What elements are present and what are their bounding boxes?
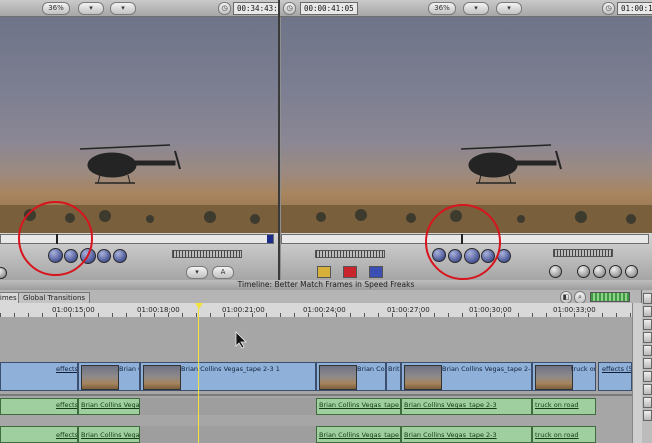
clip-thumbnail — [319, 365, 357, 390]
audio-clip[interactable]: truck on road — [532, 398, 596, 415]
audio-clip[interactable]: Brian Collins Vegas_t — [78, 426, 140, 443]
tool-razor-icon[interactable] — [643, 358, 652, 369]
tool-roll-icon[interactable] — [643, 332, 652, 343]
canvas-overlay-popup[interactable]: ▾ — [496, 2, 522, 15]
canvas-view-popup[interactable]: ▾ — [463, 2, 489, 15]
viewer-split-border — [278, 0, 280, 280]
canvas-keyframe-icon[interactable] — [625, 265, 638, 278]
video-clip[interactable]: Brian C — [78, 362, 140, 391]
clip-thumbnail — [143, 365, 181, 390]
video-clip[interactable]: effects (50 — [598, 362, 632, 391]
highlight-circle-canvas — [425, 204, 501, 280]
canvas-zoom-popup[interactable]: 36% — [428, 2, 456, 15]
timeline-title: Timeline: Better Match Frames in Speed F… — [0, 280, 652, 290]
tool-edit-select-icon[interactable] — [643, 306, 652, 317]
helicopter-icon — [460, 144, 562, 184]
audio-gap — [140, 398, 316, 415]
video-clip[interactable]: Brian Collins Vegas_tape 2-3 — [401, 362, 532, 391]
canvas-insert-button[interactable] — [317, 266, 331, 278]
audio-clip[interactable]: Brian Collins Vegas_tape 1-9 — [316, 426, 401, 443]
viewer-shuttle[interactable] — [172, 250, 242, 258]
audio-clip[interactable]: Brian Collins Vegas_tape 2-3 — [401, 398, 532, 415]
clip-thumbnail — [404, 365, 442, 390]
viewer-left-arrow-icon[interactable] — [0, 267, 7, 279]
viewer-generator-popup[interactable]: A — [212, 266, 234, 279]
tool-hand-icon[interactable] — [643, 397, 652, 408]
timeline-render-indicator — [590, 292, 630, 302]
canvas-jog[interactable] — [553, 249, 613, 257]
clip-thumbnail — [81, 365, 119, 390]
video-clip[interactable]: effects — [0, 362, 78, 391]
canvas-settings-icon[interactable]: ◷ — [283, 2, 296, 15]
canvas-replace-button[interactable] — [369, 266, 383, 278]
tool-zoom-icon[interactable] — [643, 371, 652, 382]
clip-thumbnail — [535, 365, 573, 390]
canvas-toolbar: ◷ 00:00:41:05 36% ▾ ▾ ◷ 01:00:19:1 — [280, 0, 652, 17]
canvas-mark-clip-icon[interactable] — [593, 265, 606, 278]
timeline-ruler[interactable]: 01:00:15;00 01:00:18;00 01:00:21;00 01:0… — [0, 303, 632, 318]
canvas-timecode-left[interactable]: 00:00:41:05 — [300, 2, 358, 15]
tool-crop-icon[interactable] — [643, 384, 652, 395]
video-clip[interactable]: truck on — [532, 362, 596, 391]
canvas-cut-icon[interactable] — [577, 265, 590, 278]
tab-global-transitions[interactable]: Global Transitions — [18, 292, 91, 303]
helicopter-frame — [281, 144, 652, 233]
canvas-video-frame — [281, 17, 652, 233]
helicopter-frame — [0, 144, 278, 233]
canvas-shuttle[interactable] — [315, 250, 385, 258]
tool-select-icon[interactable] — [643, 293, 652, 304]
audio-clip[interactable]: Brian Collins Vegas_t — [78, 398, 140, 415]
video-clip[interactable]: Brit — [386, 362, 401, 391]
audio-clip[interactable]: effects — [0, 398, 78, 415]
highlight-circle-viewer — [18, 201, 93, 276]
play-around-icon[interactable] — [97, 249, 111, 263]
timeline-playhead-head[interactable] — [195, 303, 203, 309]
helicopter-icon — [79, 144, 181, 184]
track-divider — [0, 394, 632, 396]
audio-clip[interactable]: truck on road — [532, 426, 596, 443]
viewer-out-marker[interactable] — [267, 235, 273, 243]
timeline-scrollbar[interactable] — [632, 303, 642, 443]
viewer-recent-popup[interactable]: ▾ — [186, 266, 208, 279]
canvas-clock-icon: ◷ — [602, 2, 615, 15]
canvas-match-frame-icon[interactable] — [549, 265, 562, 278]
viewer-video-frame — [0, 17, 278, 233]
viewer-clock-icon: ◷ — [218, 2, 231, 15]
video-clip[interactable]: Brian Collins Vegas_tape 2-3 1 — [140, 362, 316, 391]
viewer-zoom-popup[interactable]: 36% — [42, 2, 70, 15]
viewer-toolbar: 36% ▾ ▾ ◷ 00:34:43:04 — [0, 0, 291, 17]
viewer-overlay-popup[interactable]: ▾ — [110, 2, 136, 15]
tool-track-select-icon[interactable] — [643, 319, 652, 330]
canvas-overwrite-button[interactable] — [343, 266, 357, 278]
tool-pen-icon[interactable] — [643, 410, 652, 421]
canvas-add-marker-icon[interactable] — [609, 265, 622, 278]
audio-clip[interactable]: Brian Collins Vegas_tape 2-3 — [401, 426, 532, 443]
canvas-timecode-right[interactable]: 01:00:19:1 — [617, 2, 652, 15]
mark-out-icon[interactable] — [113, 249, 127, 263]
timeline-playhead[interactable] — [198, 303, 199, 443]
viewer-view-popup[interactable]: ▾ — [78, 2, 104, 15]
audio-clip[interactable]: Brian Collins Vegas_tape 1-9 — [316, 398, 401, 415]
video-clip[interactable]: Brian Colli — [316, 362, 386, 391]
audio-clip[interactable]: effects — [0, 426, 78, 443]
audio-gap — [140, 426, 316, 443]
timeline-tabbar: rimes Global Transitions ◧ ⌕ — [0, 290, 652, 304]
cursor-arrow-icon — [235, 331, 247, 349]
tool-slip-icon[interactable] — [643, 345, 652, 356]
